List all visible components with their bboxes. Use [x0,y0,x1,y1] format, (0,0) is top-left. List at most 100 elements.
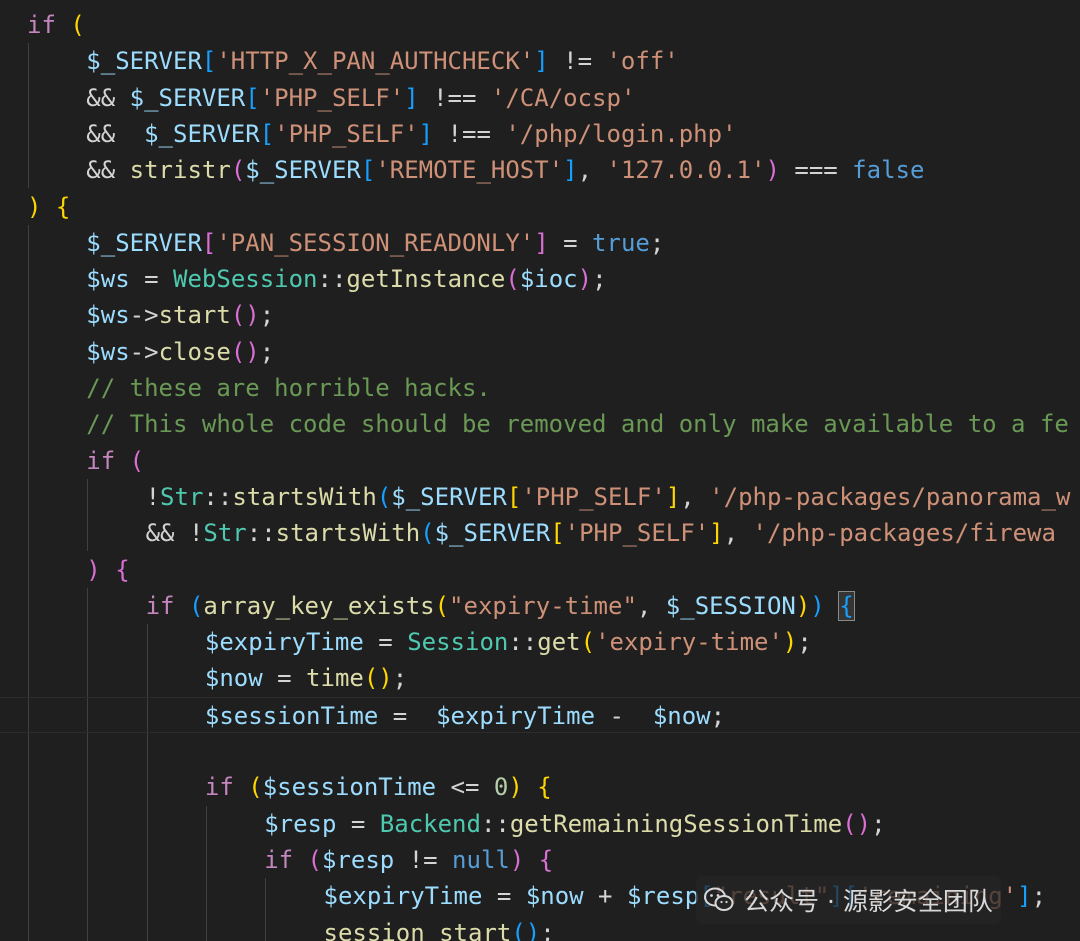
code-token: = [363,628,408,657]
code-token: ] [418,119,434,148]
code-token: $resp [322,845,395,874]
code-text: $now = time(); [205,660,407,696]
code-token: ] [709,519,724,548]
code-token: != [394,845,453,874]
code-token: null [452,845,510,874]
code-text: if ( [27,7,85,43]
code-token: '/php-packages/panorama_w [709,482,1071,511]
code-token: [ [506,482,522,511]
code-token: [ [360,156,376,185]
code-token: ; [392,664,408,693]
code-token: $ws [86,337,130,366]
code-token: ] [665,482,681,511]
indent-guide [87,587,89,941]
code-token: close [158,337,231,366]
code-token: 'REMOTE_HOST' [375,156,564,185]
code-token: -> [129,337,159,366]
code-token: time [306,664,364,693]
code-token: = [262,664,307,693]
code-token: session_start [323,918,512,941]
code-token: // This whole code should be removed and… [86,410,1069,439]
code-token: 'PHP_SELF' [274,119,419,148]
code-token: () [230,337,260,366]
code-token: ) [795,591,811,620]
code-token: [ [259,119,275,148]
indent-guide [28,224,29,941]
indent-guide [265,878,267,941]
code-token: { [537,773,552,802]
code-text: && stristr($_SERVER['REMOTE_HOST'], '127… [86,152,924,188]
code-text: ) { [27,189,70,225]
code-text: // these are horrible hacks. [86,370,491,406]
code-text: $ws->close(); [86,334,274,370]
code-token: :: [317,265,347,294]
code-token: , [680,482,710,511]
code-token: $sessionTime [204,701,379,730]
code-token: $_SERVER [129,83,246,112]
indent-guide [87,478,89,552]
code-token: $now [525,882,584,911]
code-token: $_SERVER [144,119,260,148]
code-token: $resp [264,809,337,838]
code-token: && [86,119,145,148]
code-token: () [842,809,872,838]
code-token: [ [550,519,565,548]
code-token: ; [797,628,812,657]
code-token: ) [782,628,798,657]
code-editor[interactable]: if ($_SERVER['HTTP_X_PAN_AUTHCHECK'] != … [0,0,1080,941]
code-token: "expiry-time" [449,591,637,620]
code-token: if [204,773,249,802]
code-token: [ [201,228,217,257]
code-text: if ($resp != null) { [264,842,553,878]
code-token: [ [201,47,217,76]
code-token: ) [509,845,525,874]
code-token: && [86,156,130,185]
code-token: ( [376,482,392,511]
code-text: ) { [86,552,129,588]
code-text: $_SERVER['PAN_SESSION_READONLY'] = true; [86,225,664,261]
code-token: ( [307,845,322,874]
code-token: = [336,809,380,838]
code-token: () [363,664,393,693]
indent-guide [146,624,148,941]
code-text: && $_SERVER['PHP_SELF'] !== '/CA/ocsp' [86,80,635,116]
code-token: === [779,156,853,185]
code-token: stristr [129,156,231,185]
code-token: { [115,555,130,584]
code-token: 'PAN_SESSION_READONLY' [216,228,535,257]
code-token: 'HTTP_X_PAN_AUTHCHECK' [216,47,535,76]
code-token: $expiryTime [436,701,596,730]
code-token: () [230,301,260,330]
code-token: , [636,591,666,620]
code-token: { [838,590,855,621]
code-token: '/php/login.php' [505,119,737,148]
code-token: ( [434,591,450,620]
code-token: !== [433,119,506,148]
code-token: ] [534,47,549,76]
code-token: = [482,882,526,911]
indent-guide [205,805,207,941]
code-line-current[interactable]: $sessionTime = $expiryTime - $now; [0,696,1080,733]
code-token: { [538,845,554,874]
code-token: $ws [86,301,130,330]
code-token: 'PHP_SELF' [564,519,710,548]
code-text: && !Str::startsWith($_SERVER['PHP_SELF']… [146,515,1056,551]
code-text: session_start(); [324,915,555,941]
code-token: startsWith [232,482,377,511]
code-token: - [595,701,653,730]
code-token: ] [404,83,419,112]
code-token: ) [810,591,825,620]
code-token: Session [407,628,509,657]
code-token: $_SESSION [665,591,796,620]
code-token: ( [129,446,145,475]
code-token: $now [652,701,711,730]
code-token: ( [580,628,596,657]
code-text: $ws = WebSession::getInstance($ioc); [86,261,606,297]
code-token: $_SERVER [434,519,551,548]
code-token: ( [230,156,246,185]
code-token: $now [204,664,263,693]
code-token: $expiryTime [204,628,364,657]
code-token: getRemainingSessionTime [509,809,843,838]
